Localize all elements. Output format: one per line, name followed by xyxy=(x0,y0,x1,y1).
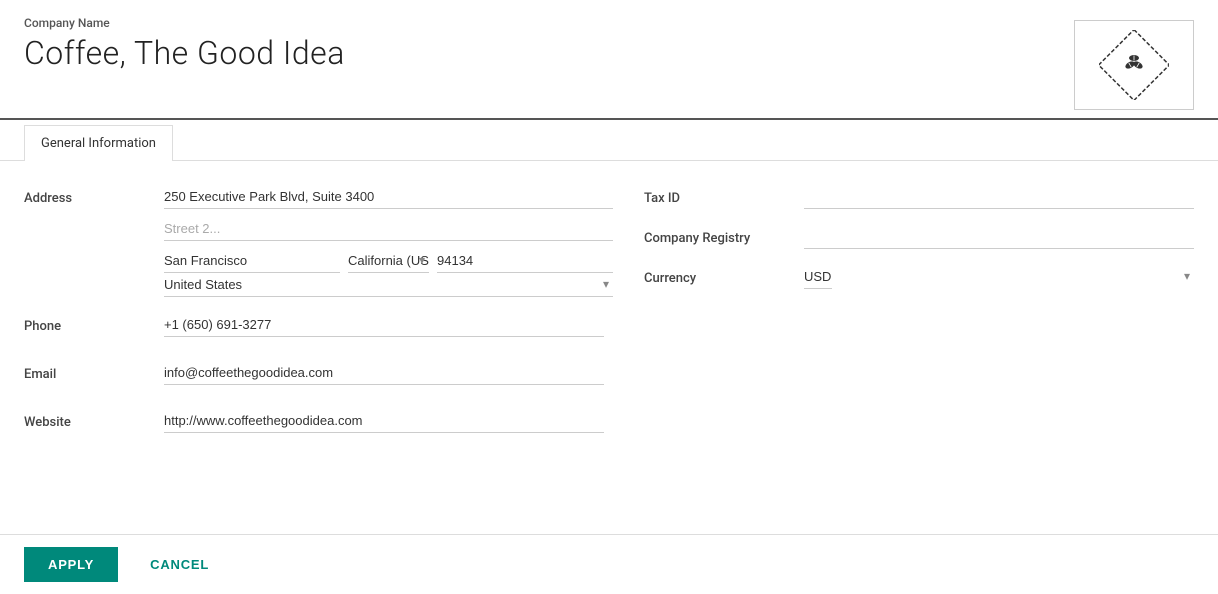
country-row: United States xyxy=(164,273,613,297)
main-content: Address California (US xyxy=(0,161,1218,534)
street1-input[interactable] xyxy=(164,185,613,209)
registry-label: Company Registry xyxy=(644,225,804,246)
tab-general-information[interactable]: General Information xyxy=(24,125,173,161)
website-fields xyxy=(164,409,604,441)
email-input[interactable] xyxy=(164,361,604,385)
header: Company Name Coffee, The Good Idea xyxy=(0,0,1218,120)
form-right: Tax ID Company Registry Currency USD EUR xyxy=(644,185,1194,457)
currency-row: Currency USD EUR GBP xyxy=(644,265,1194,289)
cancel-button[interactable]: CANCEL xyxy=(134,547,225,582)
website-input[interactable] xyxy=(164,409,604,433)
website-label: Website xyxy=(24,409,164,430)
email-label: Email xyxy=(24,361,164,382)
company-name: Coffee, The Good Idea xyxy=(24,34,345,72)
phone-fields xyxy=(164,313,604,345)
company-logo xyxy=(1074,20,1194,110)
page-wrapper: Company Name Coffee, The Good Idea Gen xyxy=(0,0,1218,594)
phone-row: Phone xyxy=(24,313,604,345)
currency-wrapper: USD EUR GBP xyxy=(804,265,1194,289)
phone-label: Phone xyxy=(24,313,164,334)
address-row: Address California (US xyxy=(24,185,604,297)
state-select[interactable]: California (US xyxy=(348,249,429,273)
taxid-label: Tax ID xyxy=(644,185,804,206)
country-select[interactable]: United States xyxy=(164,273,613,297)
footer: APPLY CANCEL xyxy=(0,534,1218,594)
registry-input[interactable] xyxy=(804,225,1194,249)
company-info: Company Name Coffee, The Good Idea xyxy=(24,16,345,72)
website-row: Website xyxy=(24,409,604,441)
state-wrapper: California (US xyxy=(348,249,429,273)
city-input[interactable] xyxy=(164,249,340,273)
address-label: Address xyxy=(24,185,164,206)
city-state-zip-row: California (US xyxy=(164,249,613,273)
email-fields xyxy=(164,361,604,393)
street2-input[interactable] xyxy=(164,217,613,241)
logo-diamond-icon xyxy=(1099,30,1169,100)
taxid-input[interactable] xyxy=(804,185,1194,209)
currency-label: Currency xyxy=(644,265,804,286)
currency-select[interactable]: USD EUR GBP xyxy=(804,265,832,289)
taxid-row: Tax ID xyxy=(644,185,1194,209)
phone-input[interactable] xyxy=(164,313,604,337)
company-label: Company Name xyxy=(24,16,345,30)
form-left: Address California (US xyxy=(24,185,604,457)
form-section: Address California (US xyxy=(24,185,1194,457)
address-fields: California (US United States xyxy=(164,185,613,297)
registry-row: Company Registry xyxy=(644,225,1194,249)
zip-input[interactable] xyxy=(437,249,613,273)
tabs-bar: General Information xyxy=(0,120,1218,161)
email-row: Email xyxy=(24,361,604,393)
apply-button[interactable]: APPLY xyxy=(24,547,118,582)
